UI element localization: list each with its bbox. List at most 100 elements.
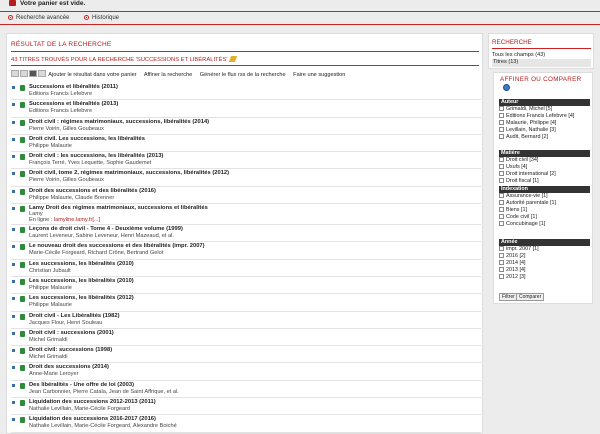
checkbox[interactable] <box>499 267 504 272</box>
list-item[interactable]: Droit civil : les successions, les libér… <box>11 152 481 170</box>
suggest-link[interactable]: Faire une suggestion <box>293 72 345 78</box>
checkbox[interactable] <box>499 106 504 111</box>
expand-icon[interactable] <box>12 172 15 176</box>
refine-search-link[interactable]: Affiner la recherche <box>144 72 192 78</box>
list-item[interactable]: Droit civil, tome 2, régimes matrimoniau… <box>11 169 481 187</box>
record-title[interactable]: Droit civil : successions (2001) <box>29 330 114 336</box>
facet-item[interactable]: Malaurie, Philippe [4] <box>499 120 556 126</box>
facet-item[interactable]: Droit civil [34] <box>499 157 538 163</box>
list-item[interactable]: Droit civil : successions (2001) Michel G… <box>11 329 481 347</box>
checkbox[interactable] <box>499 164 504 169</box>
expand-icon[interactable] <box>12 228 15 232</box>
expand-icon[interactable] <box>12 86 15 89</box>
record-title[interactable]: Droit civil, tome 2, régimes matrimoniau… <box>29 170 229 176</box>
record-title[interactable]: Droit civil : régimes matrimoniaux, succ… <box>29 119 209 125</box>
record-title[interactable]: Leçons de droit civil - Tome 4 - Deuxièm… <box>29 226 183 232</box>
pencil-icon[interactable] <box>229 56 238 62</box>
list-item[interactable]: Le nouveau droit des successions et des … <box>11 242 481 260</box>
expand-icon[interactable] <box>12 279 15 283</box>
facet-item[interactable]: Editions Francis Lefebvre [4] <box>499 113 574 119</box>
record-title[interactable]: Les successions, les libéralités (2012) <box>29 295 134 301</box>
checkbox[interactable] <box>499 120 504 125</box>
expand-icon[interactable] <box>12 155 15 159</box>
checkbox[interactable] <box>499 157 504 162</box>
checkbox[interactable] <box>499 134 504 139</box>
facet-item[interactable]: Grimaldi, Michel [5] <box>499 106 552 112</box>
list-item[interactable]: Droit des successions et des libéralités… <box>11 187 481 205</box>
checkbox[interactable] <box>499 193 504 198</box>
list-item[interactable]: Les successions, les libéralités (2010) P… <box>11 277 481 295</box>
all-fields-link[interactable]: Tous les champs (43) <box>492 52 545 58</box>
facet-item[interactable]: Droit fiscal [1] <box>499 178 539 184</box>
checkbox[interactable] <box>499 260 504 265</box>
list-item[interactable]: Successions et libéralités (2011) Edition… <box>11 83 481 101</box>
checkbox[interactable] <box>499 113 504 118</box>
list-item[interactable]: Les successions, les libéralités (2012) P… <box>11 294 481 312</box>
list-item[interactable]: Droit civil: successions (1998) Michel Gr… <box>11 346 481 364</box>
expand-icon[interactable] <box>12 137 15 141</box>
checkbox[interactable] <box>499 127 504 132</box>
list-item[interactable]: Liquidation des successions 2016-2017 (2… <box>11 415 481 433</box>
record-title[interactable]: Droit civil. Les successions, les libéra… <box>29 136 145 142</box>
facet-item[interactable]: Assurance-vie [1] <box>499 193 548 199</box>
expand-icon[interactable] <box>12 207 15 211</box>
expand-icon[interactable] <box>12 366 15 370</box>
checkbox[interactable] <box>499 200 504 205</box>
checkbox[interactable] <box>499 246 504 251</box>
expand-icon[interactable] <box>12 297 15 301</box>
facet-item[interactable]: Autorité parentale [1] <box>499 200 556 206</box>
checkbox[interactable] <box>499 171 504 176</box>
record-title[interactable]: Liquidation des successions 2012-2013 (2… <box>29 399 156 405</box>
record-title[interactable]: Droit civil : les successions, les libér… <box>29 153 163 159</box>
expand-icon[interactable] <box>12 331 15 335</box>
add-to-cart-link[interactable]: Ajouter le résultat dans votre panier <box>48 72 136 78</box>
advanced-search-link[interactable]: Recherche avancée <box>8 15 69 21</box>
expand-icon[interactable] <box>12 314 15 318</box>
record-title[interactable]: Les successions, les libéralités (2010) <box>29 261 134 267</box>
rss-link[interactable]: Générer le flux rss de la recherche <box>200 72 286 78</box>
facet-item[interactable]: Code civil [1] <box>499 214 537 220</box>
checkbox[interactable] <box>499 221 504 226</box>
record-title[interactable]: Les successions, les libéralités (2010) <box>29 278 134 284</box>
facet-item[interactable]: 2013 [4] <box>499 267 525 273</box>
online-link[interactable]: lamyline.lamy.fr[...] <box>54 217 100 223</box>
expand-icon[interactable] <box>12 401 15 405</box>
cart-add-icon[interactable] <box>11 70 19 77</box>
list-item[interactable]: Liquidation des successions 2012-2013 (2… <box>11 398 481 416</box>
filter-button[interactable]: Filtrer <box>499 293 518 301</box>
record-title[interactable]: Le nouveau droit des successions et des … <box>29 243 205 249</box>
list-item[interactable]: Droit civil : régimes matrimoniaux, succ… <box>11 118 481 135</box>
checkbox[interactable] <box>499 214 504 219</box>
facet-item[interactable]: Usufs [4] <box>499 164 527 170</box>
globe-icon[interactable] <box>503 84 510 91</box>
list-item[interactable]: Des libéralités - Une offre de loi (2003… <box>11 381 481 399</box>
facet-item[interactable]: 2016 [2] <box>499 253 525 259</box>
facet-item[interactable]: Concubinage [1] <box>499 221 545 227</box>
record-title[interactable]: Liquidation des successions 2016-2017 (2… <box>29 416 156 422</box>
list-item[interactable]: Leçons de droit civil - Tome 4 - Deuxièm… <box>11 225 481 243</box>
list-item[interactable]: Droit civil. Les successions, les libéra… <box>11 135 481 153</box>
facet-item[interactable]: Levillain, Nathalie [3] <box>499 127 556 133</box>
expand-icon[interactable] <box>12 383 15 387</box>
expand-icon[interactable] <box>12 349 15 353</box>
list-item[interactable]: Droit civil - Les Libéralités (1982) Jacq… <box>11 312 481 329</box>
record-title[interactable]: Des libéralités - Une offre de loi (2003… <box>29 382 134 388</box>
facet-item[interactable]: 2014 [4] <box>499 260 525 266</box>
expand-icon[interactable] <box>12 245 15 249</box>
facet-item[interactable]: 2012 [3] <box>499 274 525 280</box>
checkbox[interactable] <box>499 274 504 279</box>
expand-icon[interactable] <box>12 418 15 422</box>
history-link[interactable]: Historique <box>84 15 119 21</box>
expand-icon[interactable] <box>12 262 15 266</box>
record-title[interactable]: Droit civil: successions (1998) <box>29 347 112 353</box>
list-item[interactable]: Successions et libéralités (2013) Edition… <box>11 100 481 118</box>
expand-icon[interactable] <box>12 120 15 124</box>
record-title[interactable]: Droit des successions (2014) <box>29 364 109 370</box>
print-icon[interactable] <box>29 70 37 77</box>
checkbox[interactable] <box>499 207 504 212</box>
checkbox[interactable] <box>499 178 504 183</box>
record-title[interactable]: Lamy Droit des régimes matrimoniaux, suc… <box>29 205 208 211</box>
record-title[interactable]: Successions et libéralités (2013) <box>29 101 118 107</box>
checkbox[interactable] <box>499 253 504 258</box>
list-item[interactable]: Lamy Droit des régimes matrimoniaux, suc… <box>11 204 481 226</box>
